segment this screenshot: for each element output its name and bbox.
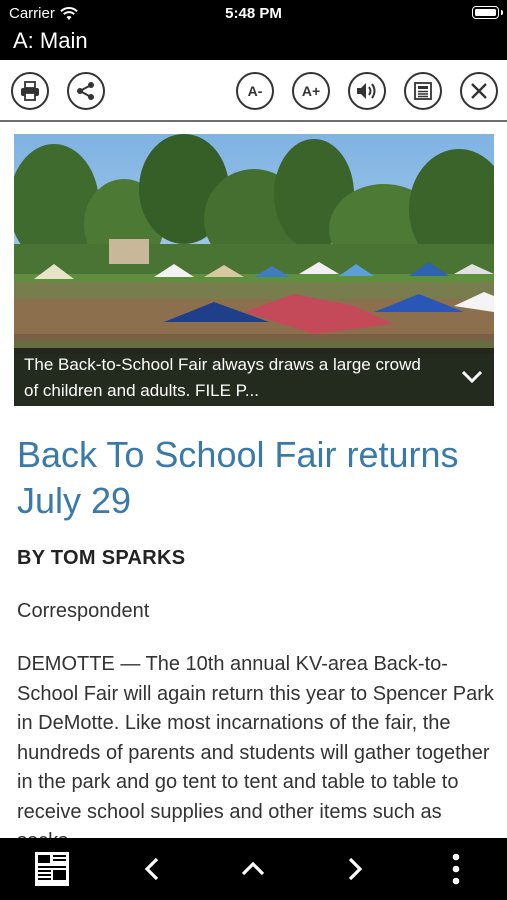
- font-smaller-button[interactable]: A-: [236, 72, 274, 110]
- chevron-up-icon: [241, 861, 265, 876]
- close-icon: [471, 83, 487, 99]
- newspaper-button[interactable]: [30, 850, 74, 888]
- article-body: DEMOTTE — The 10th annual KV-area Back-t…: [17, 653, 494, 838]
- more-vertical-icon: [452, 853, 460, 885]
- author-role: Correspondent: [17, 600, 150, 622]
- article-photo[interactable]: The Back-to-School Fair always draws a l…: [14, 134, 494, 406]
- chevron-left-icon: [144, 857, 159, 881]
- page-title: A: Main: [13, 28, 88, 53]
- share-button[interactable]: [67, 72, 105, 110]
- article-content[interactable]: The Back-to-School Fair always draws a l…: [0, 122, 507, 838]
- font-smaller-label: A-: [247, 83, 263, 99]
- print-button[interactable]: [11, 72, 49, 110]
- text-view-button[interactable]: [404, 72, 442, 110]
- share-icon: [77, 82, 94, 100]
- chevron-right-icon: [348, 857, 363, 881]
- chevron-down-icon[interactable]: [460, 364, 484, 388]
- article-toolbar: A- A+: [0, 60, 507, 122]
- newspaper-icon: [35, 852, 69, 886]
- top-bar: Carrier 5:48 PM A: Main: [0, 0, 507, 60]
- audio-button[interactable]: [348, 72, 386, 110]
- scroll-up-button[interactable]: [236, 850, 270, 888]
- article-byline: BY TOM SPARKS: [17, 547, 186, 569]
- status-bar: Carrier 5:48 PM: [0, 0, 507, 26]
- next-article-button[interactable]: [338, 850, 372, 888]
- photo-caption-text: The Back-to-School Fair always draws a l…: [24, 355, 421, 400]
- status-time: 5:48 PM: [225, 5, 282, 22]
- close-button[interactable]: [460, 72, 498, 110]
- battery-icon: [472, 6, 503, 19]
- font-larger-button[interactable]: A+: [292, 72, 330, 110]
- article-headline: Back To School Fair returns July 29: [17, 434, 459, 521]
- previous-article-button[interactable]: [135, 850, 169, 888]
- print-icon: [21, 81, 39, 101]
- font-larger-label: A+: [301, 83, 321, 99]
- bottom-navigation: [0, 838, 507, 900]
- article-text-icon: [414, 82, 432, 100]
- speaker-icon: [357, 83, 376, 99]
- more-options-button[interactable]: [442, 850, 470, 888]
- photo-caption[interactable]: The Back-to-School Fair always draws a l…: [14, 348, 494, 406]
